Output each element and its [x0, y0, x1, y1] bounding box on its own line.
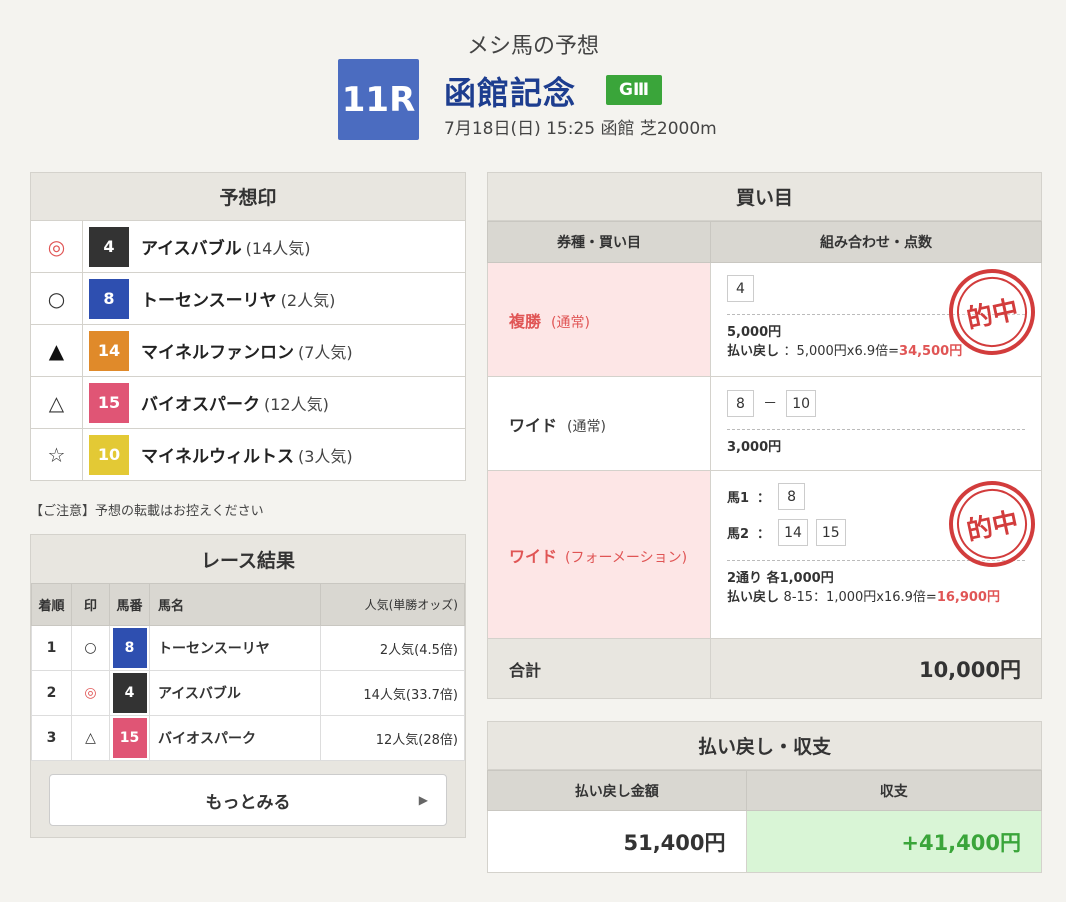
- prediction-row: ○ 8 トーセンスーリヤ (2人気): [30, 273, 466, 325]
- grade-badge: GⅢ: [606, 75, 662, 105]
- payout-table: 払い戻し金額 収支 51,400円 +41,400円: [487, 770, 1043, 873]
- prediction-mark: ◎: [31, 221, 83, 272]
- bets-table: 券種・買い目 組み合わせ・点数 複勝 (通常) 4 5,000円 払い戻し ：5,…: [487, 221, 1044, 699]
- bet-amount: 3,000円: [727, 440, 782, 455]
- prediction-mark: ☆: [31, 429, 83, 480]
- dash-separator: －: [763, 395, 778, 412]
- payback-line: 払い戻し 8-15：1,000円x16.9倍=16,900円: [727, 590, 1000, 605]
- result-horse-name: トーセンスーリヤ: [148, 625, 322, 671]
- more-button[interactable]: もっとみる ▶: [49, 774, 447, 826]
- bet-type: ワイド: [509, 415, 558, 435]
- result-horse-name: バイオスパーク: [148, 715, 322, 761]
- prediction-row: ▲ 14 マイネルファンロン (7人気): [30, 325, 466, 377]
- horse-number-badge: 4: [89, 226, 129, 267]
- horse-number-badge: 8: [89, 278, 129, 319]
- result-rank: 1: [31, 625, 72, 671]
- payout-title: 払い戻し・収支: [487, 721, 1042, 770]
- result-odds: 14人気(33.7倍): [320, 670, 465, 716]
- horse-name: トーセンスーリヤ: [141, 291, 277, 311]
- payout-panel: 払い戻し・収支 払い戻し金額 収支 51,400円 +41,400円: [487, 721, 1043, 873]
- result-horse-name: アイスバブル: [148, 670, 322, 716]
- result-mark: ○: [71, 625, 110, 671]
- horse-box: 10: [786, 390, 817, 417]
- col-bet-type: 券種・買い目: [487, 221, 711, 263]
- result-rank: 2: [31, 670, 72, 716]
- bet-row: ワイド (通常) 8 － 10 3,000円: [487, 376, 1042, 471]
- col-rank: 着順: [31, 583, 72, 626]
- total-label: 合計: [487, 638, 711, 699]
- result-odds: 12人気(28倍): [320, 715, 465, 761]
- col-combination: 組み合わせ・点数: [710, 221, 1042, 263]
- horse-name: マイネルウィルトス: [141, 447, 294, 467]
- horse-number-badge: 10: [89, 434, 129, 475]
- result-mark: △: [71, 715, 110, 761]
- prediction-mark: ○: [31, 273, 83, 324]
- horse-number-badge: 14: [89, 330, 129, 371]
- prediction-title: 予想印: [30, 172, 466, 221]
- bet-amount: 2通り 各1,000円: [727, 571, 834, 586]
- results-panel: レース結果 着順 印 馬番 馬名 人気(単勝オッズ) 1 ○ 8 トーセンスーリヤ 2人…: [30, 534, 466, 838]
- result-mark: ◎: [71, 670, 110, 716]
- result-odds: 2人気(4.5倍): [320, 625, 465, 671]
- horse-box: 8: [727, 390, 754, 417]
- race-name: 函館記念: [444, 74, 577, 112]
- page-subtitle: メシ馬の予想: [466, 34, 599, 59]
- col-mark: 印: [71, 583, 110, 626]
- bet-type: 複勝: [509, 311, 542, 331]
- bet-type: ワイド: [509, 546, 558, 566]
- bet-subtype: (通常): [567, 418, 606, 435]
- prediction-panel: 予想印 ◎ 4 アイスバブル (14人気) ○ 8 トーセンスーリヤ (2人気) ▲ 14 マイネル…: [30, 172, 466, 481]
- popularity: (7人気): [298, 342, 353, 362]
- results-title: レース結果: [31, 535, 465, 583]
- prediction-mark: △: [31, 377, 83, 428]
- payback-amount: 51,400円: [487, 810, 747, 873]
- prediction-row: ☆ 10 マイネルウィルトス (3人気): [30, 429, 466, 481]
- more-label: もっとみる: [205, 792, 291, 813]
- col-odds: 人気(単勝オッズ): [320, 583, 465, 626]
- horse-box: 4: [727, 275, 754, 302]
- popularity: (14人気): [245, 238, 311, 258]
- bets-panel: 買い目 券種・買い目 組み合わせ・点数 複勝 (通常) 4 5,000円 払い戻し…: [487, 172, 1044, 699]
- horse-box: 14: [778, 519, 808, 546]
- bet-row: ワイド (フォーメーション) 馬1： 8 馬2： 14 15 2通り 各1,000円 払…: [487, 470, 1044, 639]
- col-num: 馬番: [109, 583, 150, 626]
- horse-name: アイスバブル: [141, 239, 242, 259]
- result-row: 3 △ 15 バイオスパーク 12人気(28倍): [31, 715, 465, 761]
- bet-subtype: (通常): [551, 314, 590, 331]
- horse-name: バイオスパーク: [141, 395, 260, 415]
- results-table: 着順 印 馬番 馬名 人気(単勝オッズ) 1 ○ 8 トーセンスーリヤ 2人気(4.5倍…: [31, 583, 465, 761]
- result-rank: 3: [31, 715, 72, 761]
- result-row: 2 ◎ 4 アイスバブル 14人気(33.7倍): [31, 670, 465, 716]
- horse-number-badge: 8: [112, 628, 147, 668]
- bet-subtype: (フォーメーション): [565, 549, 688, 566]
- bets-title: 買い目: [487, 172, 1042, 221]
- horse-number-badge: 15: [89, 382, 129, 423]
- popularity: (3人気): [298, 446, 353, 466]
- reprint-notice: 【ご注意】予想の転載はお控えください: [30, 504, 264, 519]
- col-payback: 払い戻し金額: [487, 770, 747, 811]
- horse2-label: 馬2: [727, 527, 750, 542]
- total-value: 10,000円: [710, 638, 1042, 699]
- col-name: 馬名: [148, 583, 322, 626]
- horse-box: 8: [778, 483, 806, 510]
- prediction-row: △ 15 バイオスパーク (12人気): [30, 377, 466, 429]
- col-balance: 収支: [745, 770, 1043, 811]
- horse-number-badge: 15: [112, 718, 147, 758]
- balance-amount: +41,400円: [745, 810, 1043, 873]
- popularity: (2人気): [280, 290, 336, 310]
- race-number-badge: 11R: [338, 59, 419, 140]
- prediction-row: ◎ 4 アイスバブル (14人気): [30, 221, 466, 273]
- horse1-label: 馬1: [727, 491, 750, 506]
- result-row: 1 ○ 8 トーセンスーリヤ 2人気(4.5倍): [31, 625, 465, 671]
- prediction-mark: ▲: [31, 325, 83, 376]
- total-row: 合計 10,000円: [487, 638, 1042, 699]
- horse-number-badge: 4: [112, 673, 147, 713]
- race-info: 7月18日(日) 15:25 函館 芝2000m: [444, 119, 717, 139]
- horse-box: 15: [815, 519, 846, 546]
- chevron-right-icon: ▶: [418, 793, 428, 807]
- popularity: (12人気): [264, 394, 329, 414]
- bet-row: 複勝 (通常) 4 5,000円 払い戻し ：5,000円x6.9倍=34,500…: [487, 260, 1044, 377]
- horse-name: マイネルファンロン: [141, 343, 294, 363]
